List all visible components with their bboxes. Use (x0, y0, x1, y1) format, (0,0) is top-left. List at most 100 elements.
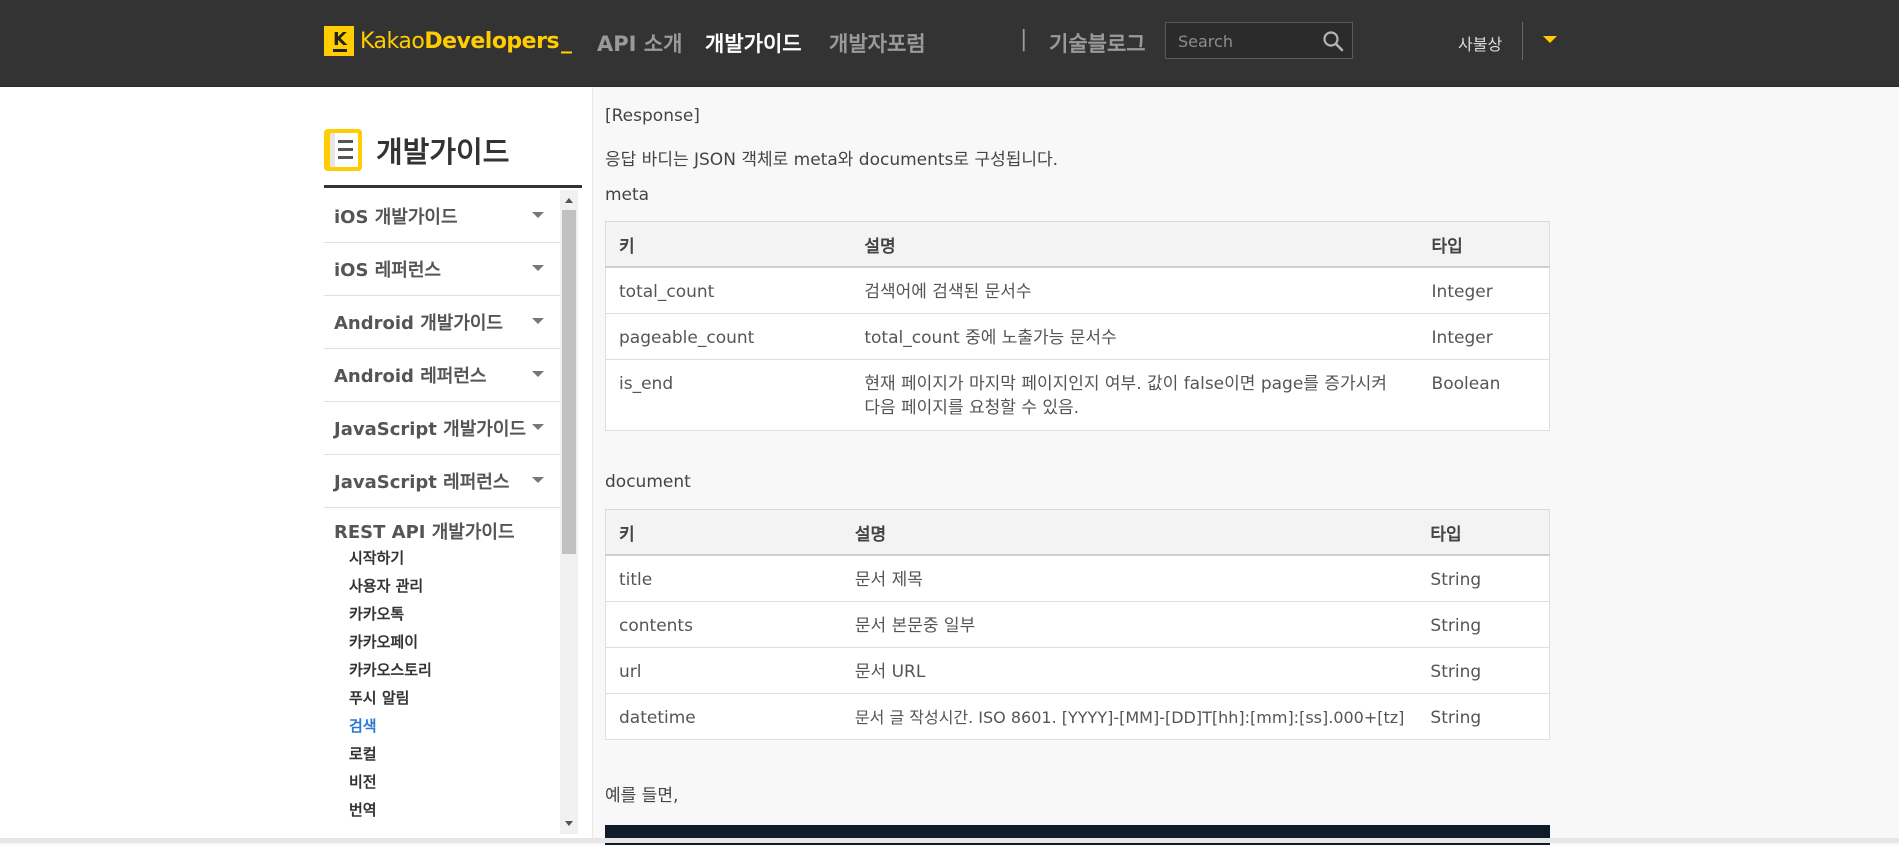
description-cell: total_count 중에 노출가능 문서수 (864, 328, 1117, 348)
column-header-key: 키 (605, 221, 852, 268)
sidebar-item-label: JavaScript 레퍼런스 (334, 472, 510, 493)
scrollbar-thumb[interactable] (562, 210, 576, 554)
search-icon[interactable] (1322, 30, 1344, 52)
logo-developers-text: Developers (424, 28, 560, 54)
key-cell: is_end (619, 374, 674, 394)
sidebar-item-android-guide[interactable]: Android 개발가이드 (324, 296, 560, 349)
type-cell: Integer (1431, 328, 1493, 348)
meta-label: meta (605, 185, 650, 205)
key-cell: url (619, 662, 642, 682)
search-box (1165, 22, 1353, 60)
description-cell: 현재 페이지가 마지막 페이지인지 여부. 값이 false이면 page를 증… (864, 374, 1387, 418)
sidebar-item-javascript-guide[interactable]: JavaScript 개발가이드 (324, 402, 560, 455)
scroll-up-arrow-icon[interactable] (565, 198, 573, 203)
key-cell: title (619, 570, 653, 590)
type-cell: String (1430, 708, 1482, 728)
sidebar-sub-item-push[interactable]: 푸시 알림 (324, 684, 560, 712)
response-heading: [Response] (605, 106, 700, 126)
chevron-down-icon (532, 265, 544, 271)
sidebar-title-text: 개발가이드 (376, 135, 510, 169)
sidebar-item-label: JavaScript 개발가이드 (334, 419, 526, 440)
user-menu-caret-icon[interactable] (1543, 36, 1557, 43)
table-row: title 문서 제목 String (604, 555, 1551, 602)
sidebar-item-ios-reference[interactable]: iOS 레퍼런스 (324, 243, 560, 296)
sidebar-sub-item-vision[interactable]: 비전 (324, 768, 560, 796)
table-row: total_count 검색어에 검색된 문서수 Integer (605, 267, 1550, 314)
description-cell: 문서 본문중 일부 (854, 616, 976, 636)
key-cell: datetime (619, 708, 696, 728)
user-divider (1522, 22, 1523, 60)
table-row: is_end 현재 페이지가 마지막 페이지인지 여부. 값이 false이면 … (605, 359, 1550, 431)
sidebar-item-javascript-reference[interactable]: JavaScript 레퍼런스 (324, 455, 560, 508)
logo-cursor: _ (561, 28, 573, 54)
description-cell: 문서 제목 (854, 570, 923, 590)
sidebar-nav-list: iOS 개발가이드 iOS 레퍼런스 Android 개발가이드 Android… (324, 190, 560, 833)
sidebar-sub-item-translation[interactable]: 번역 (324, 796, 560, 824)
sidebar-item-label: iOS 개발가이드 (334, 207, 458, 228)
key-cell: total_count (619, 282, 715, 302)
sidebar-title-rule (324, 185, 582, 188)
sidebar-item-label: Android 개발가이드 (334, 313, 503, 334)
chevron-down-icon (532, 318, 544, 324)
sidebar-item-ios-guide[interactable]: iOS 개발가이드 (324, 190, 560, 243)
nav-api-intro[interactable]: API 소개 (597, 28, 682, 58)
column-header-type: 타입 (1418, 221, 1550, 268)
table-row: datetime 문서 글 작성시간. ISO 8601. [YYYY]-[MM… (604, 693, 1551, 740)
top-navigation-bar: K KakaoDevelopers _ API 소개 개발가이드 개발자포럼 |… (0, 0, 1899, 87)
table-header-row: 키 설명 타입 (605, 221, 1550, 268)
chevron-down-icon (532, 424, 544, 430)
description-cell: 문서 URL (854, 662, 926, 682)
chevron-down-icon (532, 371, 544, 377)
key-cell: pageable_count (619, 328, 755, 348)
column-header-description: 설명 (851, 221, 1419, 268)
search-input[interactable] (1176, 23, 1320, 60)
sidebar-sub-item-kakaostory[interactable]: 카카오스토리 (324, 656, 560, 684)
nav-dev-forum[interactable]: 개발자포럼 (829, 28, 926, 58)
column-header-type: 타입 (1417, 509, 1551, 556)
type-cell: Integer (1431, 282, 1493, 302)
type-cell: String (1430, 616, 1482, 636)
description-cell: 검색어에 검색된 문서수 (864, 282, 1032, 302)
example-label: 예를 들면, (605, 786, 679, 806)
kakao-k-icon: K (324, 26, 354, 56)
guide-book-icon (324, 129, 362, 171)
content-divider (592, 87, 593, 843)
key-cell: contents (619, 616, 693, 636)
sidebar-sub-item-search[interactable]: 검색 (324, 712, 560, 740)
chevron-down-icon (532, 212, 544, 218)
sidebar-sub-item-kakaotalk[interactable]: 카카오톡 (324, 600, 560, 628)
sidebar-sub-item-start[interactable]: 시작하기 (324, 544, 560, 572)
meta-table: 키 설명 타입 total_count 검색어에 검색된 문서수 Integer… (605, 221, 1550, 431)
response-intro: 응답 바디는 JSON 객체로 meta와 documents로 구성됩니다. (605, 150, 1059, 170)
table-row: contents 문서 본문중 일부 String (604, 601, 1551, 648)
table-row: pageable_count total_count 중에 노출가능 문서수 I… (605, 313, 1550, 360)
description-cell: 문서 글 작성시간. ISO 8601. [YYYY]-[MM]-[DD]T[h… (854, 708, 1405, 727)
sidebar-item-rest-api-guide[interactable]: REST API 개발가이드 (324, 508, 560, 544)
type-cell: String (1430, 662, 1482, 682)
nav-dev-guide[interactable]: 개발가이드 (705, 28, 802, 58)
scroll-down-arrow-icon[interactable] (565, 821, 573, 826)
type-cell: Boolean (1431, 374, 1501, 394)
user-name[interactable]: 사불상 (1458, 31, 1502, 55)
sidebar-sub-item-user-management[interactable]: 사용자 관리 (324, 572, 560, 600)
sidebar-item-android-reference[interactable]: Android 레퍼런스 (324, 349, 560, 402)
nav-tech-blog[interactable]: 기술블로그 (1049, 28, 1146, 58)
table-header-row: 키 설명 타입 (604, 509, 1551, 556)
document-table: 키 설명 타입 title 문서 제목 String contents 문서 본… (604, 509, 1551, 740)
kakao-developers-logo[interactable]: K KakaoDevelopers _ (324, 26, 572, 56)
sidebar-sub-item-local[interactable]: 로컬 (324, 740, 560, 768)
sidebar-sub-item-kakaopay[interactable]: 카카오페이 (324, 628, 560, 656)
type-cell: String (1430, 570, 1482, 590)
nav-separator: | (1020, 27, 1028, 52)
column-header-key: 키 (604, 509, 842, 556)
sidebar-item-label: iOS 레퍼런스 (334, 260, 441, 281)
chevron-down-icon (532, 477, 544, 483)
page-bottom-edge (0, 838, 1899, 843)
document-label: document (605, 472, 691, 492)
logo-kakao-text: Kakao (360, 28, 425, 54)
sidebar-scrollbar[interactable] (560, 190, 578, 834)
column-header-description: 설명 (841, 509, 1418, 556)
sidebar-item-label: Android 레퍼런스 (334, 366, 487, 387)
sidebar-title: 개발가이드 (324, 128, 509, 172)
table-row: url 문서 URL String (604, 647, 1551, 694)
